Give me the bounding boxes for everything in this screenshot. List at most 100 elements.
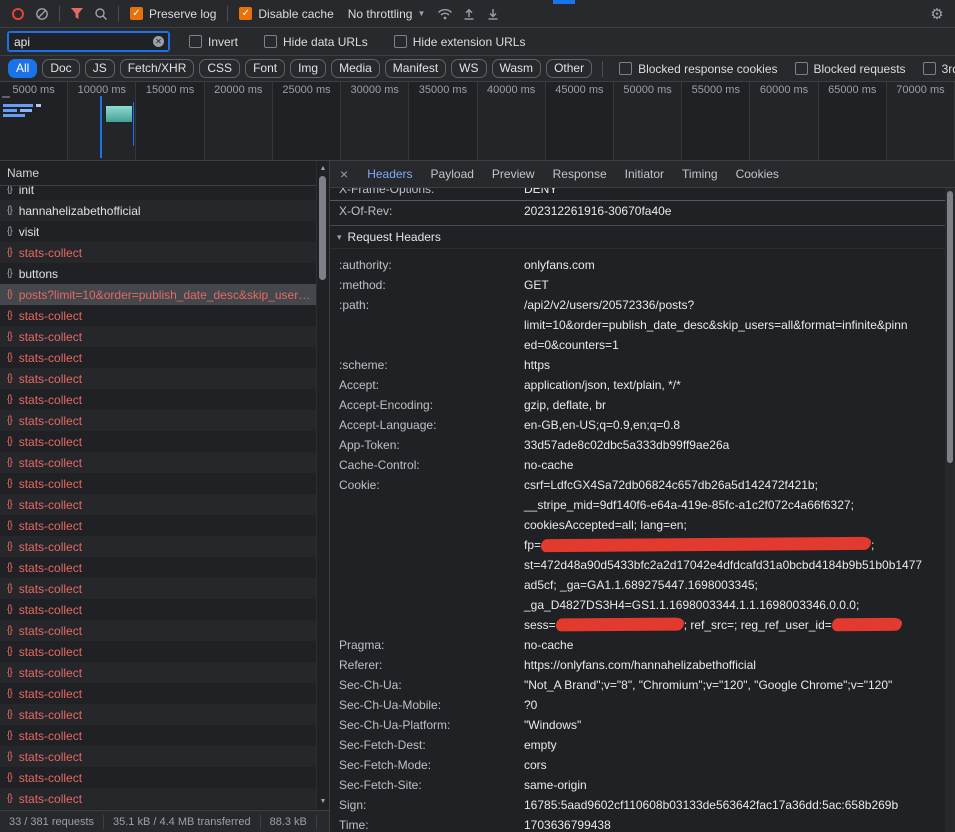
export-har-button[interactable] — [481, 3, 505, 25]
type-filter-all[interactable]: All — [8, 59, 37, 78]
request-row[interactable]: {}hannahelizabethofficial — [0, 200, 329, 221]
header-value: gzip, deflate, br — [524, 395, 955, 415]
type-filter-manifest[interactable]: Manifest — [385, 59, 446, 78]
type-filter-ws[interactable]: WS — [451, 59, 486, 78]
blocked-response-cookies-checkbox[interactable] — [619, 62, 632, 75]
filter-toggle-button[interactable] — [65, 3, 89, 25]
request-row[interactable]: {}stats-collect — [0, 389, 329, 410]
3rd-party-requests-checkbox[interactable] — [923, 62, 936, 75]
request-row[interactable]: {}stats-collect — [0, 746, 329, 767]
tab-initiator[interactable]: Initiator — [616, 161, 673, 187]
clear-filter-icon[interactable]: ✕ — [153, 36, 164, 47]
request-row[interactable]: {}stats-collect — [0, 410, 329, 431]
request-row[interactable]: {}stats-collect — [0, 242, 329, 263]
type-filter-font[interactable]: Font — [245, 59, 285, 78]
preserve-log-toggle[interactable]: ✓ Preserve log — [130, 7, 216, 21]
network-conditions-button[interactable] — [433, 3, 457, 25]
tab-headers[interactable]: Headers — [358, 161, 421, 187]
request-row[interactable]: {}stats-collect — [0, 641, 329, 662]
settings-gear-icon[interactable]: ⚙ — [925, 5, 949, 23]
request-row[interactable]: {}stats-collect — [0, 620, 329, 641]
details-scrollbar[interactable] — [945, 188, 955, 832]
tab-response[interactable]: Response — [544, 161, 616, 187]
type-filter-other[interactable]: Other — [546, 59, 592, 78]
scrollbar-thumb[interactable] — [319, 176, 326, 280]
filter-input[interactable] — [8, 32, 169, 51]
request-row[interactable]: {}stats-collect — [0, 662, 329, 683]
request-row[interactable]: {}stats-collect — [0, 452, 329, 473]
request-headers-section[interactable]: ▾ Request Headers — [330, 226, 955, 249]
tab-cookies[interactable]: Cookies — [727, 161, 788, 187]
close-icon[interactable]: × — [330, 166, 358, 182]
request-row[interactable]: {}stats-collect — [0, 578, 329, 599]
header-value: 33d57ade8c02dbc5a333db99ff9ae26a — [524, 435, 955, 455]
request-row[interactable]: {}stats-collect — [0, 557, 329, 578]
request-row[interactable]: {}stats-collect — [0, 431, 329, 452]
script-icon: {} — [7, 186, 12, 195]
scroll-up-icon[interactable]: ▲ — [317, 163, 329, 175]
request-row[interactable]: {}stats-collect — [0, 368, 329, 389]
name-column-header[interactable]: Name — [0, 161, 329, 186]
script-icon: {} — [7, 499, 12, 510]
request-row[interactable]: {}stats-collect — [0, 494, 329, 515]
import-har-button[interactable] — [457, 3, 481, 25]
request-row[interactable]: {}stats-collect — [0, 536, 329, 557]
invert-checkbox[interactable] — [189, 35, 202, 48]
hide-data-urls-toggle[interactable]: Hide data URLs — [264, 35, 368, 49]
request-row[interactable]: {}stats-collect — [0, 305, 329, 326]
preserve-log-checkbox[interactable]: ✓ — [130, 7, 143, 20]
header-name: Sec-Ch-Ua: — [339, 675, 524, 695]
scrollbar-thumb[interactable] — [947, 191, 953, 463]
hide-data-urls-checkbox[interactable] — [264, 35, 277, 48]
request-row[interactable]: {}init — [0, 186, 329, 200]
tab-preview[interactable]: Preview — [483, 161, 544, 187]
blocked-response-cookies-toggle[interactable]: Blocked response cookies — [619, 62, 777, 76]
request-row[interactable]: {}stats-collect — [0, 347, 329, 368]
blocked-requests-toggle[interactable]: Blocked requests — [795, 62, 906, 76]
type-filter-doc[interactable]: Doc — [42, 59, 79, 78]
request-row[interactable]: {}visit — [0, 221, 329, 242]
overview-time-label: 50000 ms — [623, 84, 671, 96]
record-button[interactable] — [6, 3, 30, 25]
disable-cache-checkbox[interactable]: ✓ — [239, 7, 252, 20]
request-list-scrollbar[interactable]: ▲ ▼ — [316, 161, 329, 810]
request-row[interactable]: {}stats-collect — [0, 683, 329, 704]
type-filter-media[interactable]: Media — [331, 59, 380, 78]
request-row[interactable]: {}stats-collect — [0, 725, 329, 746]
script-icon: {} — [7, 751, 12, 762]
3rd-party-requests-toggle[interactable]: 3rd-party requests — [923, 62, 955, 76]
script-icon: {} — [7, 205, 12, 216]
scroll-down-icon[interactable]: ▼ — [317, 796, 329, 808]
request-row[interactable]: {}posts?limit=10&order=publish_date_desc… — [0, 284, 329, 305]
request-row[interactable]: {}stats-collect — [0, 515, 329, 536]
request-row[interactable]: {}stats-collect — [0, 326, 329, 347]
request-headers-list: :authority:onlyfans.com:method:GET:path:… — [330, 255, 955, 832]
header-value: no-cache — [524, 455, 955, 475]
throttling-dropdown[interactable]: No throttling ▼ — [348, 7, 426, 21]
header-name: :path: — [339, 295, 524, 355]
type-filter-wasm[interactable]: Wasm — [492, 59, 542, 78]
request-row[interactable]: {}stats-collect — [0, 599, 329, 620]
request-row[interactable]: {}stats-collect — [0, 704, 329, 725]
type-filter-img[interactable]: Img — [290, 59, 326, 78]
request-row[interactable]: {}buttons — [0, 263, 329, 284]
tab-timing[interactable]: Timing — [673, 161, 727, 187]
request-row[interactable]: {}stats-collect — [0, 767, 329, 788]
hide-extension-urls-toggle[interactable]: Hide extension URLs — [394, 35, 526, 49]
hide-extension-urls-checkbox[interactable] — [394, 35, 407, 48]
request-row[interactable]: {}stats-collect — [0, 788, 329, 809]
tab-payload[interactable]: Payload — [422, 161, 483, 187]
request-row[interactable]: {}stats-collect — [0, 473, 329, 494]
timeline-overview[interactable]: 5000 ms10000 ms15000 ms20000 ms25000 ms3… — [0, 82, 955, 161]
disclosure-triangle-icon[interactable]: ▾ — [337, 232, 342, 243]
disable-cache-toggle[interactable]: ✓ Disable cache — [239, 7, 333, 21]
invert-toggle[interactable]: Invert — [189, 35, 238, 49]
blocked-requests-checkbox[interactable] — [795, 62, 808, 75]
type-filter-css[interactable]: CSS — [199, 59, 240, 78]
selection-line — [133, 102, 134, 146]
type-filter-fetch-xhr[interactable]: Fetch/XHR — [120, 59, 195, 78]
type-filter-js[interactable]: JS — [85, 59, 115, 78]
header-row: App-Token:33d57ade8c02dbc5a333db99ff9ae2… — [330, 435, 955, 455]
search-button[interactable] — [89, 3, 113, 25]
clear-button[interactable] — [30, 3, 54, 25]
